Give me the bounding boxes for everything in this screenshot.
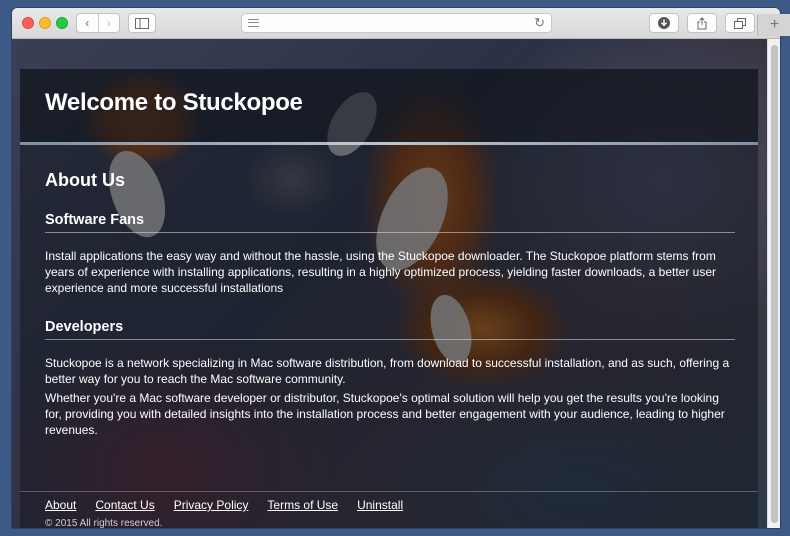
minimize-window-button[interactable] <box>39 17 51 29</box>
site-title: Welcome to Stuckopoe <box>45 89 303 116</box>
footer-divider <box>20 491 758 492</box>
new-tab-button[interactable]: + <box>757 14 790 36</box>
sidebar-icon <box>135 17 149 29</box>
forward-button[interactable]: › <box>97 14 120 32</box>
sidebar-button[interactable] <box>128 13 156 33</box>
developers-heading: Developers <box>45 319 124 335</box>
close-window-button[interactable] <box>22 17 34 29</box>
section-divider <box>45 339 735 340</box>
footer-link-contact[interactable]: Contact Us <box>95 498 154 512</box>
show-tabs-button[interactable] <box>725 13 755 33</box>
downloads-button[interactable] <box>649 13 679 33</box>
share-icon <box>697 16 707 29</box>
navigation-buttons: ‹ › <box>76 13 120 33</box>
about-heading: About Us <box>45 170 125 190</box>
zoom-window-button[interactable] <box>56 17 68 29</box>
section-divider <box>45 232 735 233</box>
download-icon <box>658 17 670 29</box>
copyright-text: © 2015 All rights reserved. <box>45 518 163 528</box>
developers-text: Stuckopoe is a network specializing in M… <box>45 356 730 386</box>
web-page: Welcome to Stuckopoe About Us Software F… <box>12 39 780 528</box>
plus-icon: + <box>769 16 780 33</box>
browser-window: ‹ › ↻ Welcome to Stuckopoe About Us Soft… <box>12 8 780 528</box>
software-fans-text: Install applications the easy way and wi… <box>45 249 717 295</box>
forward-icon: › <box>106 16 111 30</box>
software-fans-heading: Software Fans <box>45 212 145 228</box>
reader-icon[interactable] <box>248 19 259 27</box>
back-icon: ‹ <box>85 16 90 30</box>
footer-link-about[interactable]: About <box>45 498 76 512</box>
scrollbar-thumb[interactable] <box>771 45 778 523</box>
browser-toolbar: ‹ › ↻ <box>12 8 780 39</box>
footer-link-terms[interactable]: Terms of Use <box>267 498 338 512</box>
footer-link-uninstall[interactable]: Uninstall <box>357 498 403 512</box>
vertical-scrollbar[interactable] <box>767 39 780 528</box>
back-button[interactable]: ‹ <box>77 14 98 32</box>
address-bar[interactable]: ↻ <box>241 13 552 33</box>
header-divider <box>20 142 758 145</box>
footer-links: About Contact Us Privacy Policy Terms of… <box>45 498 403 512</box>
share-button[interactable] <box>687 13 717 33</box>
footer-link-privacy[interactable]: Privacy Policy <box>174 498 249 512</box>
tabs-icon <box>734 17 746 29</box>
reload-icon[interactable]: ↻ <box>534 15 545 31</box>
developers-text-2: Whether you're a Mac software developer … <box>45 391 725 437</box>
